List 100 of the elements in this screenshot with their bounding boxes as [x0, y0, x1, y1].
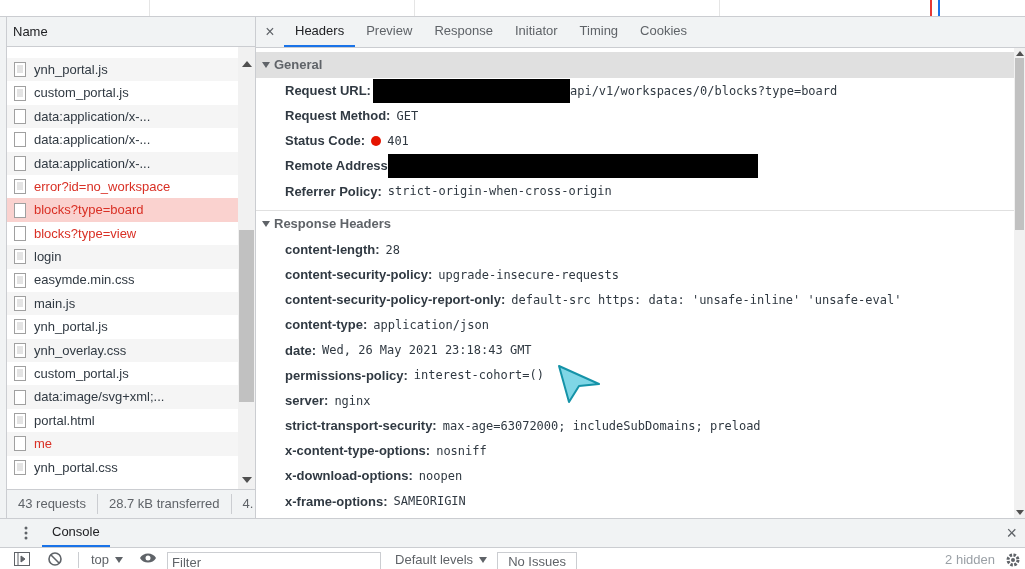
document-icon [14, 62, 26, 78]
header-name: content-security-policy: [285, 265, 433, 284]
scrollbar-thumb[interactable] [1015, 58, 1024, 230]
triangle-icon [262, 62, 270, 68]
summary-text: 43 requests [17, 495, 87, 514]
request-name: main.js [34, 294, 76, 313]
scrollbar-thumb[interactable] [239, 230, 254, 402]
blank-page-icon [14, 132, 26, 148]
header-value: noopen [418, 468, 463, 486]
header-name: server: [285, 391, 329, 410]
header-name: content-length: [285, 240, 380, 259]
tab[interactable]: Timing [568, 17, 630, 47]
header-value: api/v1/workspaces/0/blocks?type=board [569, 82, 838, 100]
request-name: easymde.min.css [34, 271, 135, 290]
request-name: data:application/x-... [34, 131, 151, 150]
tab[interactable]: Headers [284, 17, 356, 47]
request-row[interactable]: me [7, 432, 238, 456]
section-title: General [274, 56, 323, 75]
request-name: custom_portal.js [34, 84, 129, 103]
request-name: error?id=no_workspace [34, 177, 171, 196]
request-name: data:application/x-... [34, 154, 151, 173]
header-name: Status Code: [285, 132, 366, 151]
caret-icon [115, 557, 124, 563]
triangle-icon [262, 220, 270, 227]
tab[interactable]: Initiator [503, 17, 569, 47]
request-row[interactable]: ynh_portal.js [7, 58, 238, 82]
scrollbar[interactable] [1014, 48, 1025, 518]
section-title: Response Headers [274, 215, 392, 234]
document-icon [14, 366, 26, 382]
request-name: data:image/svg+xml;... [34, 388, 165, 407]
block-icon[interactable] [48, 552, 62, 566]
header-value: application/json [373, 317, 489, 335]
more-icon[interactable] [24, 526, 28, 540]
header-value: max-age=63072000; includeSubDomains; preload [442, 417, 761, 435]
document-icon [14, 319, 26, 335]
issues-button[interactable]: No Issues [497, 552, 577, 569]
document-icon [14, 342, 26, 358]
filter-field[interactable]: Filter [167, 552, 382, 569]
header-name: content-security-policy-report-only: [285, 291, 506, 310]
cursor-icon [557, 364, 601, 404]
scroll-up-icon[interactable] [1015, 51, 1024, 56]
scroll-up-icon[interactable] [241, 61, 252, 67]
blank-page-icon [14, 155, 26, 171]
settings-icon[interactable] [1005, 552, 1021, 568]
request-name: me [34, 435, 53, 454]
header-name: Request Method: [285, 107, 391, 126]
context-dropdown[interactable]: top [78, 552, 124, 568]
tab[interactable]: Preview [355, 17, 424, 47]
header-value: nginx [334, 392, 371, 410]
document-icon [14, 296, 26, 312]
header-name: content-type: [285, 316, 368, 335]
tab[interactable]: Cookies [629, 17, 699, 47]
header-value: 28 [385, 241, 401, 259]
header-name: Remote Address [285, 157, 388, 176]
scroll-down-icon[interactable] [241, 477, 252, 483]
request-name: data:application/x-... [34, 107, 151, 126]
column-header[interactable]: Name [7, 17, 255, 47]
eye-icon[interactable] [139, 552, 158, 564]
request-name: ynh_portal.js [34, 318, 108, 337]
header-value: nosniff [436, 443, 487, 461]
header-name: x-download-options: [285, 467, 413, 486]
section-header[interactable]: General [256, 52, 1014, 78]
scroll-down-icon[interactable] [1015, 510, 1024, 515]
hidden-count: 2 hidden [945, 552, 995, 568]
document-icon [14, 249, 26, 265]
request-row[interactable]: ynh_overlay.css [7, 338, 238, 363]
request-name: ynh_portal.css [34, 458, 118, 477]
request-row[interactable]: login [7, 245, 238, 269]
summary-text: 28.7 kB transferred [96, 494, 231, 514]
scrollbar[interactable] [238, 47, 255, 489]
header-value: SAMEORIGIN [393, 493, 466, 511]
document-icon [14, 413, 26, 429]
header-value: Wed, 26 May 2021 23:18:43 GMT [322, 342, 532, 360]
header-name: strict-transport-security: [285, 417, 437, 436]
document-icon [14, 459, 26, 475]
levels-dropdown[interactable]: Default levels [395, 552, 488, 568]
request-name: ynh_portal.js [34, 60, 108, 79]
caret-icon [479, 557, 488, 563]
document-icon [14, 272, 26, 288]
request-row[interactable]: data:application/x-... [7, 104, 238, 129]
close-button[interactable]: × [256, 17, 284, 47]
request-row[interactable]: data:application/x-... [7, 151, 238, 175]
request-name: ynh_overlay.css [34, 341, 127, 360]
request-row[interactable]: data:image/svg+xml;... [7, 385, 238, 409]
header-name: x-frame-options: [285, 492, 388, 511]
sidebar-toggle-icon[interactable] [14, 552, 30, 566]
blank-page-icon [14, 225, 26, 241]
header-name: x-content-type-options: [285, 442, 431, 461]
request-name: portal.html [34, 411, 95, 430]
header-name: Request URL: [285, 81, 371, 100]
blank-page-icon [14, 389, 26, 405]
close-button[interactable]: × [1002, 519, 1021, 547]
blank-page-icon [14, 108, 26, 124]
header-name: permissions-policy: [285, 366, 408, 385]
header-value: upgrade-insecure-requests [438, 266, 619, 284]
request-row[interactable]: main.js [7, 291, 238, 316]
blank-page-icon [14, 202, 26, 218]
request-row[interactable]: blocks?type=board [7, 198, 238, 222]
tab[interactable]: Response [423, 17, 504, 47]
blank-page-icon [14, 436, 26, 452]
